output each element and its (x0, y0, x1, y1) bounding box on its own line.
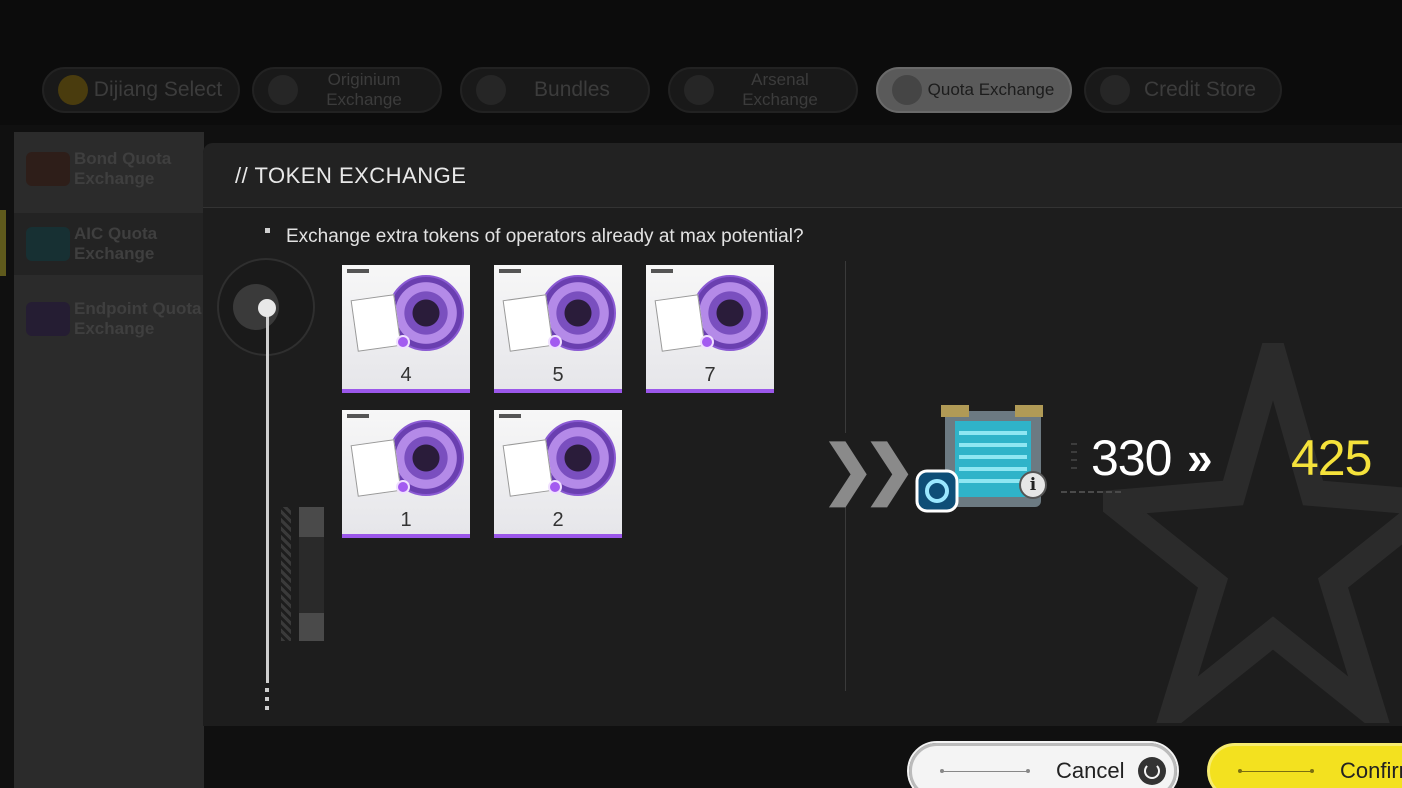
token-card[interactable]: 5 (494, 265, 622, 393)
potential-gem-icon (548, 480, 562, 494)
card-tag (347, 414, 369, 418)
dialog-title: // TOKEN EXCHANGE (235, 163, 467, 188)
tab-quota-exchange[interactable]: Quota Exchange (876, 67, 1072, 113)
star-emblem-watermark (1103, 343, 1402, 723)
token-card[interactable]: 1 (342, 410, 470, 538)
tab-label: Credit Store (1143, 78, 1257, 101)
info-icon[interactable]: i (1019, 471, 1047, 499)
dialog-header: // TOKEN EXCHANGE (203, 143, 1402, 208)
quota-icon (892, 75, 922, 105)
tab-arsenal-exchange[interactable]: Arsenal Exchange (668, 67, 858, 113)
quota-arrow: » (1187, 432, 1213, 484)
tab-label: Arsenal Exchange (742, 70, 818, 109)
tab-label: Originium Exchange (326, 70, 402, 109)
scrollbar-thumb[interactable] (299, 507, 324, 537)
card-tag (347, 269, 369, 273)
confirm-button[interactable]: Confirm (1207, 743, 1402, 788)
screen: Dijiang Select Originium Exchange Bundle… (0, 0, 1402, 788)
tab-label: Quota Exchange (927, 80, 1055, 99)
token-count: 7 (704, 364, 716, 386)
cancel-label: Cancel (1056, 758, 1125, 783)
tab-label: Bundles (534, 78, 610, 101)
bundle-icon (476, 75, 506, 105)
endpoint-quota-icon (26, 302, 70, 336)
operator-portrait (502, 439, 554, 497)
cancel-circle-icon (1138, 757, 1167, 785)
category-endpoint-quota[interactable]: Endpoint Quota Exchange (14, 288, 204, 350)
top-nav-bar: Dijiang Select Originium Exchange Bundle… (0, 0, 1402, 125)
token-exchange-dialog: // TOKEN EXCHANGE Exchange extra tokens … (203, 143, 1402, 726)
timeline-dots (265, 688, 269, 710)
category-label: Endpoint Quota Exchange (74, 299, 202, 338)
hatch-decoration (281, 507, 291, 641)
token-count: 4 (400, 364, 412, 386)
potential-gem-icon (396, 480, 410, 494)
double-chevron-right-icon: ❯❯ (821, 433, 916, 505)
category-bond-quota[interactable]: Bond Quota Exchange (14, 138, 204, 200)
arsenal-icon (684, 75, 714, 105)
aic-quota-item-icon (915, 405, 1043, 513)
tab-credit-store[interactable]: Credit Store (1084, 67, 1282, 113)
token-card[interactable]: 4 (342, 265, 470, 393)
potential-gem-icon (396, 335, 410, 349)
aic-quota-icon (26, 227, 70, 261)
category-label: Bond Quota Exchange (74, 149, 172, 188)
tab-label: Dijiang Select (93, 78, 223, 101)
tab-originium-exchange[interactable]: Originium Exchange (252, 67, 442, 113)
cancel-button[interactable]: Cancel (907, 741, 1179, 788)
card-tag (499, 414, 521, 418)
card-tag (499, 269, 521, 273)
category-aic-quota[interactable]: AIC Quota Exchange (14, 213, 204, 275)
quota-before-value: 330 (1091, 430, 1172, 486)
button-line-decoration (940, 768, 1030, 773)
timeline-track (266, 313, 269, 683)
token-count: 1 (400, 509, 412, 531)
scrollbar-end-cap (299, 613, 324, 641)
originium-icon (268, 75, 298, 105)
potential-gem-icon (548, 335, 562, 349)
operator-portrait (654, 294, 706, 352)
bullet-marker (265, 228, 270, 233)
confirm-label: Confirm (1340, 758, 1402, 783)
exchange-question: Exchange extra tokens of operators alrea… (286, 226, 804, 247)
tab-dijiang-select[interactable]: Dijiang Select (42, 67, 240, 113)
credit-icon (1100, 75, 1130, 105)
quota-after-value: 425 (1291, 430, 1372, 486)
button-line-decoration (1238, 768, 1314, 773)
token-count: 5 (552, 364, 564, 386)
dotted-line-decoration (1061, 491, 1121, 493)
dot-decoration (1071, 443, 1077, 473)
operator-portrait (502, 294, 554, 352)
token-count: 2 (552, 509, 564, 531)
potential-gem-icon (700, 335, 714, 349)
card-tag (651, 269, 673, 273)
category-label: AIC Quota Exchange (74, 224, 158, 263)
bond-quota-icon (26, 152, 70, 186)
token-card[interactable]: 2 (494, 410, 622, 538)
tab-bundles[interactable]: Bundles (460, 67, 650, 113)
operator-portrait (350, 439, 402, 497)
operator-portrait (350, 294, 402, 352)
dijiang-icon (58, 75, 88, 105)
token-card[interactable]: 7 (646, 265, 774, 393)
timeline-knob (258, 299, 276, 317)
selected-indicator (0, 210, 6, 276)
